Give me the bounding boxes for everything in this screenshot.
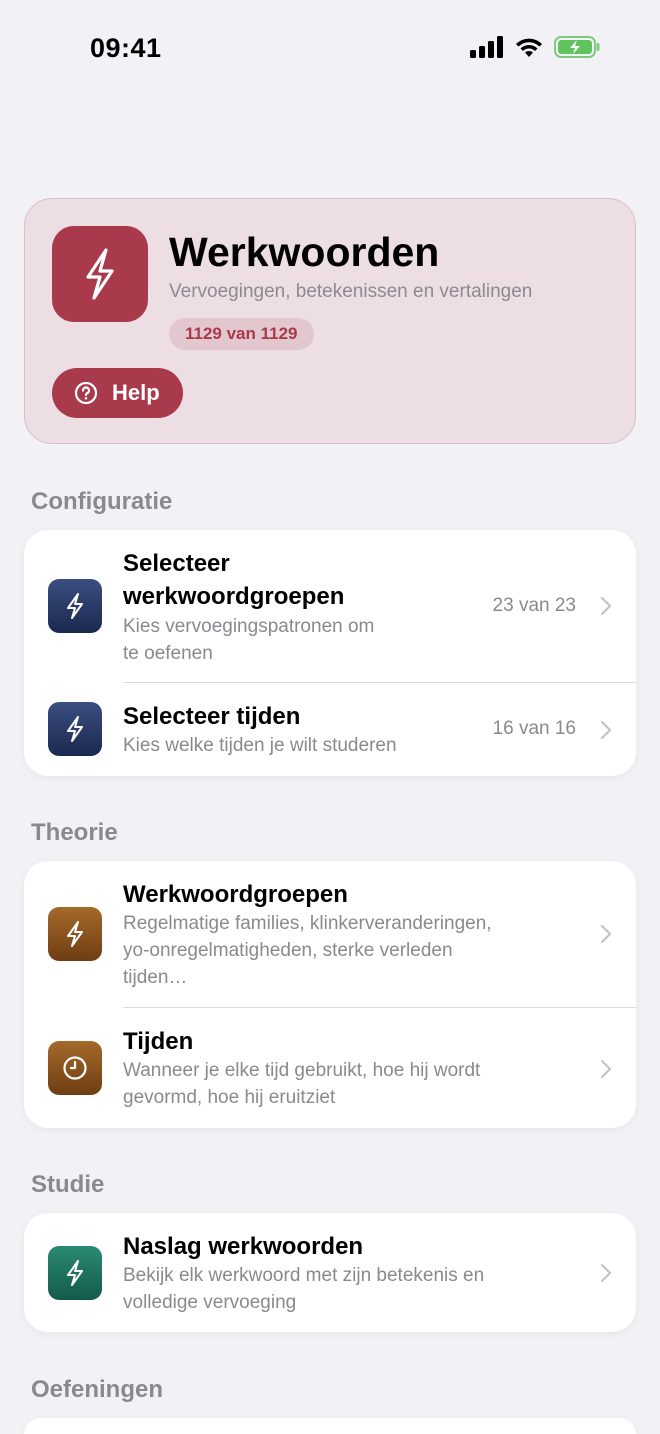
row-select-tenses[interactable]: Selecteer tijden Kies welke tijden je wi…: [24, 683, 636, 776]
row-subtitle: volledige vervoeging: [123, 1292, 297, 1313]
chevron-right-icon: [600, 596, 612, 616]
help-button-label: Help: [112, 380, 160, 405]
row-title: Naslag werkwoorden: [123, 1233, 364, 1260]
page-title: Werkwoorden: [169, 229, 440, 275]
row-value: 16 van 16: [492, 718, 576, 739]
row-value: 23 van 23: [492, 595, 576, 616]
page-subtitle: Vervoegingen, betekenissen en vertalinge…: [169, 281, 533, 302]
row-subtitle: gevormd, hoe hij eruitziet: [123, 1087, 336, 1108]
signal-icon: [470, 36, 503, 58]
wifi-icon: [516, 38, 542, 57]
row-subtitle: Wanneer je elke tijd gebruikt, hoe hij w…: [123, 1060, 481, 1081]
header-card: Werkwoorden Vervoegingen, betekenissen e…: [24, 198, 636, 444]
row-subtitle: Bekijk elk werkwoord met zijn betekenis …: [123, 1265, 485, 1286]
bolt-icon: [48, 907, 102, 961]
chevron-right-icon: [600, 924, 612, 944]
clock-icon: [48, 1041, 102, 1095]
row-subtitle: tijden…: [123, 967, 188, 988]
row-select-verb-groups[interactable]: Selecteer werkwoordgroepen Kies vervoegi…: [24, 530, 636, 682]
oefeningen-card: [24, 1418, 636, 1434]
bolt-icon: [48, 702, 102, 756]
status-time: 09:41: [90, 33, 162, 63]
row-title: Tijden: [123, 1028, 194, 1055]
configuratie-card: Selecteer werkwoordgroepen Kies vervoegi…: [24, 530, 636, 776]
row-title: Selecteer tijden: [123, 703, 301, 730]
row-title: werkwoordgroepen: [123, 583, 345, 610]
bolt-icon: [48, 1246, 102, 1300]
chevron-right-icon: [600, 1263, 612, 1283]
theorie-card: Werkwoordgroepen Regelmatige families, k…: [24, 861, 636, 1128]
studie-card: Naslag werkwoorden Bekijk elk werkwoord …: [24, 1213, 636, 1332]
row-subtitle: Kies vervoegingspatronen om: [123, 616, 375, 637]
row-subtitle: te oefenen: [123, 643, 213, 664]
count-badge: 1129 van 1129: [169, 318, 314, 350]
bolt-icon: [52, 226, 148, 322]
battery-icon: [554, 36, 600, 58]
section-title-oefeningen: Oefeningen: [31, 1376, 164, 1403]
chevron-right-icon: [600, 1059, 612, 1079]
row-title: Selecteer: [123, 550, 230, 577]
row-subtitle: Kies welke tijden je wilt studeren: [123, 735, 397, 756]
bolt-icon: [48, 579, 102, 633]
row-verb-groups[interactable]: Werkwoordgroepen Regelmatige families, k…: [24, 861, 636, 1007]
row-tenses[interactable]: Tijden Wanneer je elke tijd gebruikt, ho…: [24, 1008, 636, 1128]
section-title-configuratie: Configuratie: [31, 488, 173, 515]
section-title-studie: Studie: [31, 1171, 105, 1198]
row-title: Werkwoordgroepen: [123, 881, 348, 908]
row-subtitle: yo-onregelmatigheden, sterke verleden: [123, 940, 453, 961]
chevron-right-icon: [600, 720, 612, 740]
row-verb-reference[interactable]: Naslag werkwoorden Bekijk elk werkwoord …: [24, 1213, 636, 1332]
help-button[interactable]: Help: [52, 368, 183, 418]
question-circle-icon: [74, 381, 98, 405]
status-icons: [470, 36, 600, 58]
row-subtitle: Regelmatige families, klinkerverandering…: [123, 913, 492, 934]
section-title-theorie: Theorie: [31, 819, 118, 846]
status-bar: 09:41: [0, 0, 660, 96]
